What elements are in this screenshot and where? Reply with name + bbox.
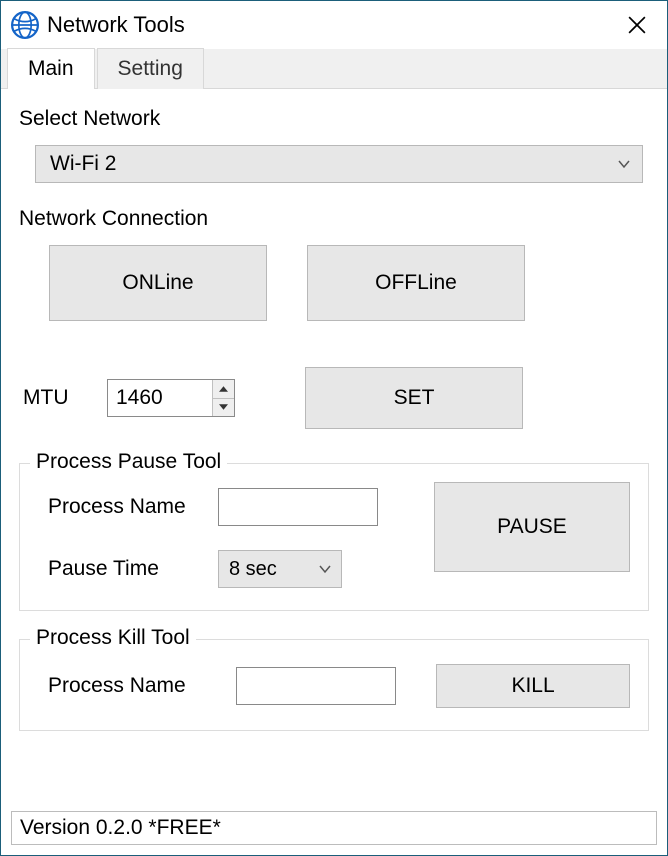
mtu-label: MTU [23, 386, 107, 410]
network-connection-label: Network Connection [19, 207, 649, 231]
online-button[interactable]: ONLine [49, 245, 267, 321]
mtu-step-up[interactable] [213, 380, 234, 399]
pause-time-select[interactable]: 8 sec [218, 550, 342, 588]
chevron-down-icon [616, 156, 632, 172]
window-title: Network Tools [47, 12, 185, 38]
mtu-input[interactable] [108, 380, 212, 416]
triangle-down-icon [219, 404, 228, 410]
select-network-label: Select Network [19, 107, 649, 131]
tab-content-main: Select Network Wi-Fi 2 Network Connectio… [1, 89, 667, 741]
tab-setting[interactable]: Setting [97, 48, 204, 89]
pause-time-label: Pause Time [48, 557, 218, 581]
network-select[interactable]: Wi-Fi 2 [35, 145, 643, 183]
offline-button[interactable]: OFFLine [307, 245, 525, 321]
status-bar: Version 0.2.0 *FREE* [11, 811, 657, 845]
chevron-down-icon [317, 561, 333, 577]
network-select-value: Wi-Fi 2 [50, 152, 616, 176]
kill-button[interactable]: KILL [436, 664, 630, 708]
tab-main[interactable]: Main [7, 48, 95, 89]
titlebar: Network Tools [1, 1, 667, 49]
pause-process-name-label: Process Name [48, 495, 218, 519]
kill-process-name-input[interactable] [236, 667, 396, 705]
pause-time-value: 8 sec [229, 558, 317, 581]
close-icon [628, 16, 646, 34]
process-kill-group: Process Kill Tool Process Name KILL [19, 639, 649, 731]
process-pause-legend: Process Pause Tool [30, 450, 227, 474]
mtu-spinner[interactable] [107, 379, 235, 417]
mtu-step-down[interactable] [213, 399, 234, 417]
close-button[interactable] [615, 3, 659, 47]
pause-process-name-input[interactable] [218, 488, 378, 526]
tab-strip: Main Setting [1, 49, 667, 89]
pause-button[interactable]: PAUSE [434, 482, 630, 572]
process-kill-legend: Process Kill Tool [30, 626, 196, 650]
app-icon [11, 11, 39, 39]
set-button[interactable]: SET [305, 367, 523, 429]
triangle-up-icon [219, 386, 228, 392]
process-pause-group: Process Pause Tool Process Name Pause Ti… [19, 463, 649, 611]
kill-process-name-label: Process Name [48, 674, 216, 698]
